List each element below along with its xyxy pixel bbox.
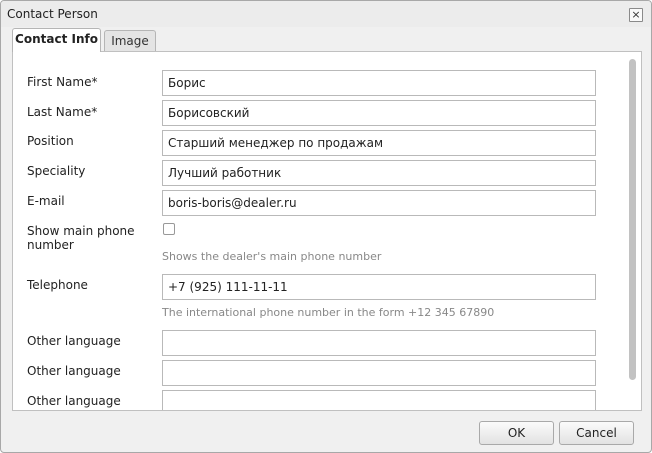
ok-button[interactable]: OK <box>479 421 554 445</box>
show-main-phone-label-line2: number <box>27 238 74 252</box>
tab-image[interactable]: Image <box>104 30 156 51</box>
speciality-field[interactable]: Лучший работник <box>162 160 596 186</box>
tab-bar: Contact Info Image <box>12 28 642 52</box>
other-language-label: Other language <box>27 364 121 378</box>
other-language-label: Other language <box>27 334 121 348</box>
first-name-label: First Name* <box>27 75 98 89</box>
dialog-title: Contact Person <box>7 7 98 21</box>
email-field[interactable]: boris-boris@dealer.ru <box>162 190 596 216</box>
last-name-label: Last Name* <box>27 105 98 119</box>
close-icon[interactable]: × <box>629 8 643 22</box>
position-field[interactable]: Старший менеджер по продажам <box>162 130 596 156</box>
tab-contact-info[interactable]: Contact Info <box>12 28 101 52</box>
contact-person-dialog: Contact Person × Contact Info Image Firs… <box>0 0 652 453</box>
position-label: Position <box>27 134 74 148</box>
last-name-field[interactable]: Борисовский <box>162 100 596 126</box>
show-main-phone-checkbox[interactable] <box>163 223 175 235</box>
first-name-field[interactable]: Борис <box>162 70 596 96</box>
other-language-label: Other language <box>27 394 121 408</box>
other-language-field[interactable] <box>162 360 596 386</box>
speciality-label: Speciality <box>27 164 86 178</box>
email-label: E-mail <box>27 194 65 208</box>
panel-scrollbar-thumb[interactable] <box>629 59 636 380</box>
telephone-hint: The international phone number in the fo… <box>162 306 495 319</box>
show-main-phone-label-line1: Show main phone <box>27 224 135 238</box>
cancel-button[interactable]: Cancel <box>559 421 634 445</box>
telephone-field[interactable]: +7 (925) 111-11-11 <box>162 274 596 300</box>
contact-info-panel: First Name* Борис Last Name* Борисовский… <box>12 51 642 411</box>
telephone-label: Telephone <box>27 278 88 292</box>
other-language-field[interactable] <box>162 390 596 410</box>
other-language-field[interactable] <box>162 330 596 356</box>
dialog-titlebar: Contact Person × <box>1 1 651 27</box>
show-main-phone-hint: Shows the dealer's main phone number <box>162 250 382 263</box>
